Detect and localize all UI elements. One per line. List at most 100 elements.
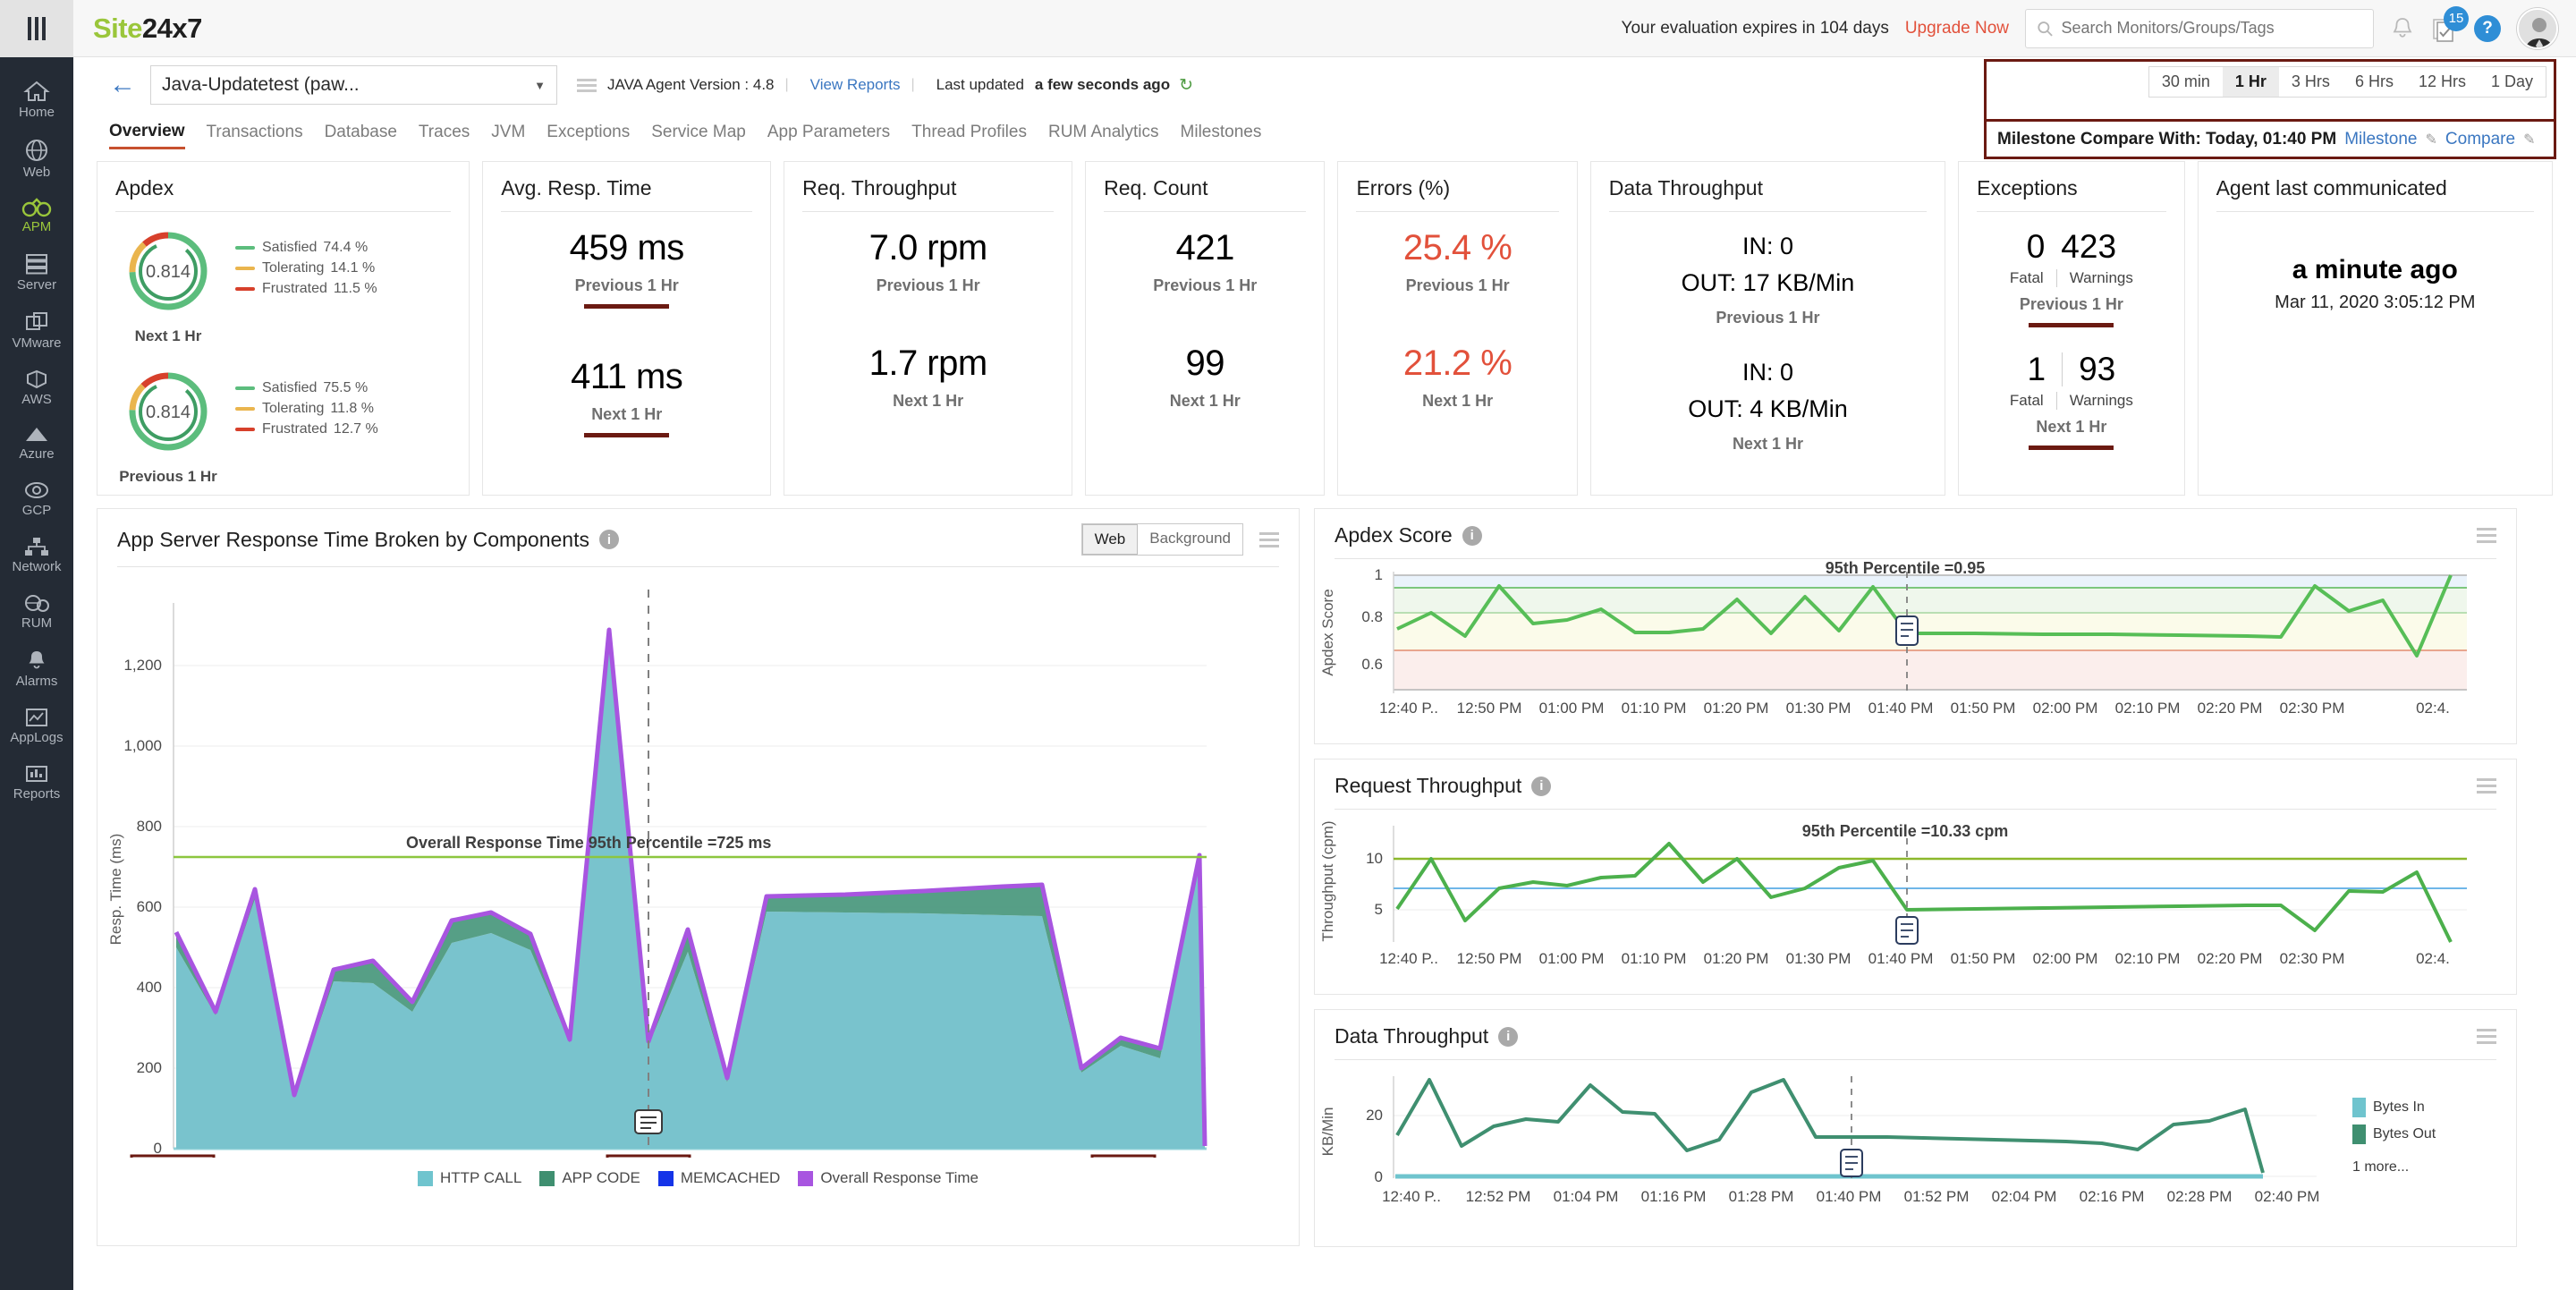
sidebar-item-reports[interactable]: Reports: [0, 753, 73, 810]
time-range-1hr[interactable]: 1 Hr: [2223, 67, 2279, 97]
right-panel-column: Apdex Score i Apdex Score: [1314, 508, 2517, 1247]
view-reports-link[interactable]: View Reports: [810, 76, 901, 94]
tab-rum-analytics[interactable]: RUM Analytics: [1048, 123, 1159, 148]
tab-exceptions[interactable]: Exceptions: [547, 123, 630, 148]
legend-item-overall-response-time[interactable]: Overall Response Time: [798, 1169, 979, 1187]
avatar[interactable]: [2517, 8, 2558, 49]
legend-item-bytes-out[interactable]: Bytes Out: [2352, 1121, 2436, 1148]
toggle-background[interactable]: Background: [1138, 524, 1242, 555]
exception-labels: Fatal Warnings: [1977, 269, 2165, 287]
panel-request-throughput: Request Throughput i Throughput (cpm) 10…: [1314, 759, 2517, 995]
legend-item-http-call[interactable]: HTTP CALL: [418, 1169, 521, 1187]
sidebar-label: AWS: [21, 392, 52, 407]
fatal-label: Fatal: [2010, 392, 2044, 410]
tab-overview[interactable]: Overview: [109, 122, 185, 149]
x-tick: 12:50 PM: [1457, 700, 1522, 717]
milestone-marker-icon[interactable]: [1896, 616, 1918, 645]
divider: [1104, 211, 1306, 212]
milestone-marker-icon[interactable]: [1896, 917, 1918, 944]
info-icon[interactable]: i: [1531, 777, 1551, 796]
tab-database[interactable]: Database: [325, 123, 397, 148]
underline-bar: [584, 433, 669, 437]
legend-more-link[interactable]: 1 more...: [2352, 1154, 2436, 1181]
x-tick: 12:50 PM: [1457, 950, 1522, 967]
x-tick-highlight-box: [1092, 1156, 1155, 1158]
tab-traces[interactable]: Traces: [419, 123, 470, 148]
time-range-12hrs[interactable]: 12 Hrs: [2406, 67, 2479, 97]
threshold-annotation: Overall Response Time 95th Percentile =7…: [406, 834, 771, 852]
edit-pencil-icon[interactable]: ✎: [2523, 131, 2535, 149]
time-range-3hrs[interactable]: 3 Hrs: [2279, 67, 2343, 97]
tab-service-map[interactable]: Service Map: [651, 123, 746, 148]
monitor-select[interactable]: Java-Updatetest (paw... ▼: [150, 65, 557, 105]
sidebar-item-applogs[interactable]: AppLogs: [0, 697, 73, 753]
app-menu-button[interactable]: [0, 0, 73, 57]
card-title: Apdex: [115, 176, 451, 200]
info-icon[interactable]: i: [1462, 526, 1482, 546]
sidebar-item-apm[interactable]: APM: [0, 188, 73, 242]
search-input[interactable]: [2061, 19, 2362, 38]
edit-pencil-icon[interactable]: ✎: [2426, 131, 2437, 149]
panel-menu-icon[interactable]: [2477, 778, 2496, 794]
legend-item-memcached[interactable]: MEMCACHED: [658, 1169, 780, 1187]
exception-labels: Fatal Warnings: [1977, 392, 2165, 410]
card-block-previous: 25.4 % Previous 1 Hr: [1356, 228, 1558, 295]
compare-link[interactable]: Compare: [2445, 130, 2515, 149]
legend-item-bytes-in[interactable]: Bytes In: [2352, 1094, 2436, 1121]
sidebar-item-web[interactable]: Web: [0, 128, 73, 188]
panel-title: Data Throughput: [1335, 1024, 1488, 1048]
time-range-1day[interactable]: 1 Day: [2479, 67, 2546, 97]
tab-transactions[interactable]: Transactions: [207, 123, 303, 148]
divider: [2216, 211, 2534, 212]
info-icon[interactable]: i: [1498, 1027, 1518, 1047]
sidebar-item-aws[interactable]: AWS: [0, 359, 73, 415]
brand-logo[interactable]: Site24x7: [93, 13, 202, 45]
help-button[interactable]: ?: [2474, 15, 2501, 42]
apdex-previous-period: Previous 1 Hr: [115, 468, 221, 486]
panel-menu-icon[interactable]: [1259, 532, 1279, 547]
sidebar-item-rum[interactable]: RUM: [0, 582, 73, 639]
sidebar-item-alarms[interactable]: Alarms: [0, 639, 73, 697]
brand-logo-black: 24x7: [142, 13, 202, 44]
sidebar-item-azure[interactable]: Azure: [0, 415, 73, 470]
tab-milestones[interactable]: Milestones: [1181, 123, 1262, 148]
time-range-6hrs[interactable]: 6 Hrs: [2343, 67, 2406, 97]
back-arrow-icon[interactable]: ←: [109, 72, 136, 98]
panel-menu-icon[interactable]: [2477, 528, 2496, 543]
tab-jvm[interactable]: JVM: [491, 123, 525, 148]
divider: [2062, 352, 2063, 386]
monitor-menu-icon[interactable]: [577, 79, 597, 92]
tab-app-parameters[interactable]: App Parameters: [767, 123, 890, 148]
metric-period-previous: Previous 1 Hr: [1609, 309, 1927, 327]
x-tick: 01:50 PM: [1951, 700, 2016, 717]
sidebar-item-network[interactable]: Network: [0, 526, 73, 582]
panel-menu-icon[interactable]: [2477, 1029, 2496, 1044]
legend-item-app-code[interactable]: APP CODE: [539, 1169, 640, 1187]
upgrade-now-link[interactable]: Upgrade Now: [1905, 19, 2009, 38]
bell-icon: [25, 649, 48, 672]
sidebar-item-home[interactable]: Home: [0, 70, 73, 128]
sidebar-item-gcp[interactable]: GCP: [0, 470, 73, 526]
x-tick: 01:04 PM: [1554, 1188, 1619, 1205]
card-block-previous: IN: 0 OUT: 17 KB/Min Previous 1 Hr: [1609, 228, 1927, 327]
legend-value: 12.7 %: [334, 421, 378, 437]
milestone-link[interactable]: Milestone: [2344, 130, 2417, 149]
sidebar-label: RUM: [21, 615, 52, 631]
sidebar-item-server[interactable]: Server: [0, 242, 73, 301]
time-range-30min[interactable]: 30 min: [2149, 67, 2223, 97]
tab-thread-profiles[interactable]: Thread Profiles: [911, 123, 1027, 148]
reports-icon: [24, 763, 49, 785]
sidebar-item-vmware[interactable]: VMware: [0, 301, 73, 359]
legend-label: Tolerating: [262, 401, 324, 416]
milestone-marker-icon[interactable]: [635, 1110, 662, 1133]
panel-title: Request Throughput: [1335, 774, 1521, 798]
milestone-marker-icon[interactable]: [1841, 1150, 1862, 1176]
refresh-icon[interactable]: ↻: [1179, 75, 1193, 96]
info-icon[interactable]: i: [599, 530, 619, 549]
x-tick: 12:40 P..: [1379, 700, 1438, 717]
search-box[interactable]: [2025, 9, 2374, 48]
bell-button[interactable]: [2390, 15, 2415, 42]
metric-value-previous: 421: [1104, 228, 1306, 268]
tasks-button[interactable]: 15: [2431, 15, 2458, 42]
toggle-web[interactable]: Web: [1082, 524, 1139, 555]
